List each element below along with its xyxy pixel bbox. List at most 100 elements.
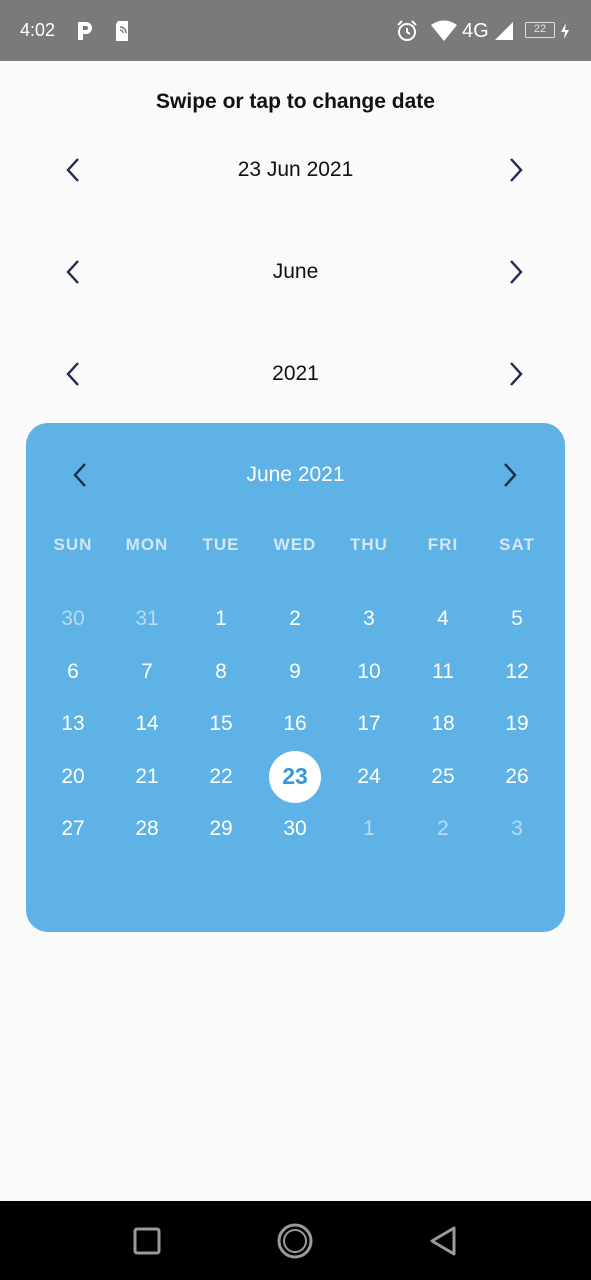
weekday-label: THU xyxy=(350,535,388,554)
day-number: 20 xyxy=(61,764,85,788)
day-number: 7 xyxy=(141,659,153,683)
date-value[interactable]: 23 Jun 2021 xyxy=(140,158,451,182)
day-number: 9 xyxy=(289,659,301,683)
day-cell[interactable]: 10 xyxy=(332,646,406,699)
day-cell[interactable]: 21 xyxy=(110,751,184,804)
status-time: 4:02 xyxy=(20,20,56,40)
day-number: 12 xyxy=(505,659,529,683)
day-cell-selected[interactable]: 23 xyxy=(258,750,332,804)
chevron-right-icon xyxy=(510,260,523,284)
day-cell[interactable]: 31 xyxy=(110,593,184,646)
day-cell[interactable]: 3 xyxy=(480,803,554,856)
day-cell[interactable]: 15 xyxy=(184,698,258,751)
day-number: 1 xyxy=(215,607,227,631)
day-number: 31 xyxy=(135,607,159,631)
calendar-next-button[interactable] xyxy=(492,457,528,493)
day-cell[interactable]: 28 xyxy=(110,803,184,856)
day-cell[interactable]: 11 xyxy=(406,646,480,699)
day-cell[interactable]: 2 xyxy=(258,593,332,646)
day-cell[interactable]: 20 xyxy=(36,751,110,804)
day-number: 25 xyxy=(431,764,455,788)
nfc-card-icon xyxy=(114,17,130,45)
day-cell[interactable]: 30 xyxy=(258,803,332,856)
day-number: 10 xyxy=(357,659,381,683)
network-type: 4G xyxy=(462,20,489,42)
day-grid: 30 31 1 2 3 4 5 6 7 8 9 10 11 12 13 14 15 16 17 18 19 20 21 22 2… xyxy=(36,593,554,856)
day-cell[interactable]: 7 xyxy=(110,646,184,699)
day-number: 2 xyxy=(437,817,449,841)
signal-icon xyxy=(494,17,514,45)
day-number: 23 xyxy=(282,763,308,790)
day-cell[interactable]: 13 xyxy=(36,698,110,751)
prev-date-button[interactable] xyxy=(55,152,91,188)
day-cell[interactable]: 2 xyxy=(406,803,480,856)
day-number: 2 xyxy=(289,607,301,631)
chevron-right-icon xyxy=(504,463,517,487)
day-cell[interactable]: 8 xyxy=(184,646,258,699)
chevron-left-icon xyxy=(73,463,86,487)
day-number: 13 xyxy=(61,712,85,736)
month-value[interactable]: June xyxy=(140,260,451,284)
day-cell[interactable]: 1 xyxy=(184,593,258,646)
year-value[interactable]: 2021 xyxy=(140,362,451,386)
day-cell[interactable]: 14 xyxy=(110,698,184,751)
day-number: 4 xyxy=(437,607,449,631)
next-month-button[interactable] xyxy=(498,254,534,290)
battery-icon: 22 xyxy=(525,22,555,38)
page-title: Swipe or tap to change date xyxy=(156,90,435,113)
calendar-prev-button[interactable] xyxy=(62,457,98,493)
day-number: 16 xyxy=(283,712,307,736)
day-number: 18 xyxy=(431,712,455,736)
day-number: 29 xyxy=(209,817,233,841)
day-cell[interactable]: 27 xyxy=(36,803,110,856)
weekday-label: FRI xyxy=(427,535,459,554)
weekday-label: TUE xyxy=(202,535,240,554)
weekday-header: SUN MON TUE WED THU FRI SAT xyxy=(36,535,554,555)
chevron-left-icon xyxy=(66,158,79,182)
day-number: 3 xyxy=(363,607,375,631)
date-selector: 23 Jun 2021 xyxy=(0,146,591,194)
day-number: 6 xyxy=(67,659,79,683)
calendar-card: June 2021 SUN MON TUE WED THU FRI SAT 30 31 1 2 3 4… xyxy=(26,423,565,932)
next-year-button[interactable] xyxy=(498,356,534,392)
day-cell[interactable]: 4 xyxy=(406,593,480,646)
day-cell[interactable]: 6 xyxy=(36,646,110,699)
prev-year-button[interactable] xyxy=(55,356,91,392)
weekday-label: SUN xyxy=(53,535,93,554)
day-number: 3 xyxy=(511,817,523,841)
status-bar: 4:02 4G 22 xyxy=(0,0,591,61)
prev-month-button[interactable] xyxy=(55,254,91,290)
day-cell[interactable]: 25 xyxy=(406,751,480,804)
day-cell[interactable]: 19 xyxy=(480,698,554,751)
day-cell[interactable]: 29 xyxy=(184,803,258,856)
day-number: 5 xyxy=(511,607,523,631)
day-cell[interactable]: 22 xyxy=(184,751,258,804)
back-triangle-icon[interactable] xyxy=(423,1221,463,1261)
year-selector: 2021 xyxy=(0,350,591,398)
day-cell[interactable]: 1 xyxy=(332,803,406,856)
day-cell[interactable]: 26 xyxy=(480,751,554,804)
day-cell[interactable]: 12 xyxy=(480,646,554,699)
day-number: 22 xyxy=(209,764,233,788)
day-number: 30 xyxy=(283,817,307,841)
home-circle-icon[interactable] xyxy=(275,1221,315,1261)
day-cell[interactable]: 9 xyxy=(258,646,332,699)
day-cell[interactable]: 24 xyxy=(332,751,406,804)
next-date-button[interactable] xyxy=(498,152,534,188)
day-number: 11 xyxy=(432,659,454,683)
day-cell[interactable]: 17 xyxy=(332,698,406,751)
recents-square-icon[interactable] xyxy=(127,1221,167,1261)
day-cell[interactable]: 18 xyxy=(406,698,480,751)
calendar-header: June 2021 xyxy=(26,457,565,493)
system-nav-bar xyxy=(0,1201,591,1280)
day-number: 21 xyxy=(135,764,159,788)
day-number: 28 xyxy=(135,817,159,841)
day-number: 1 xyxy=(363,817,375,841)
day-number: 24 xyxy=(357,764,381,788)
day-number: 17 xyxy=(357,712,381,736)
day-cell[interactable]: 3 xyxy=(332,593,406,646)
day-cell[interactable]: 30 xyxy=(36,593,110,646)
day-cell[interactable]: 5 xyxy=(480,593,554,646)
wifi-icon xyxy=(430,17,458,45)
day-cell[interactable]: 16 xyxy=(258,698,332,751)
